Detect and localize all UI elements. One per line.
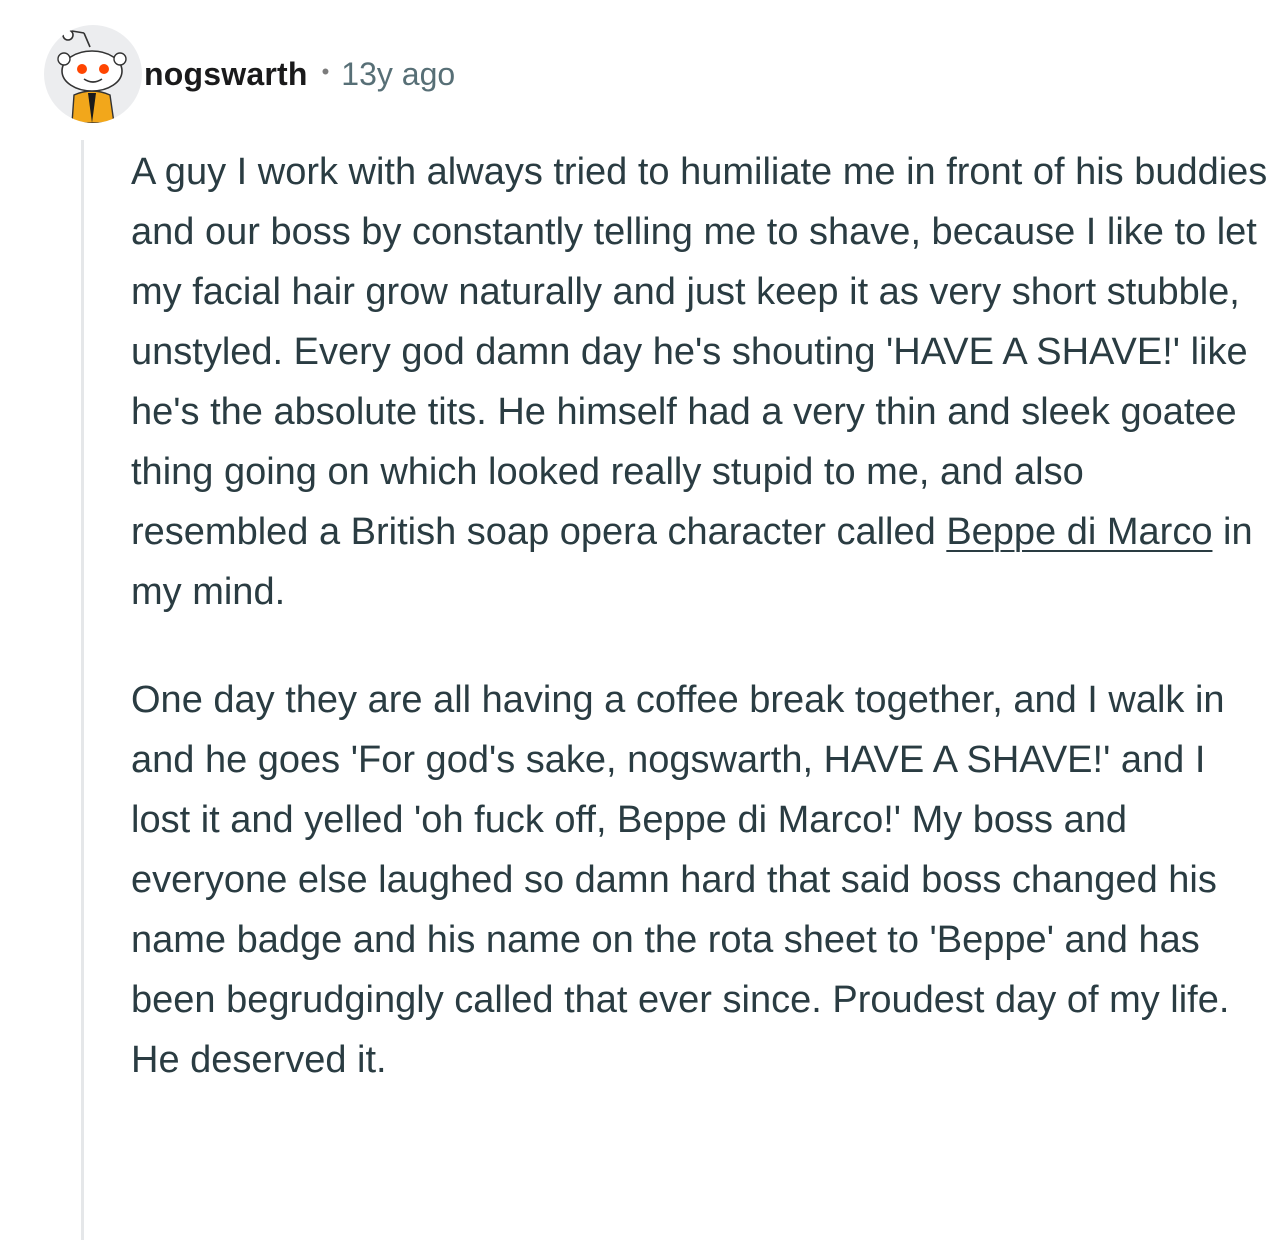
user-avatar[interactable] — [44, 25, 142, 123]
comment-paragraph: One day they are all having a coffee bre… — [131, 679, 1230, 1081]
meta-separator: • — [321, 59, 330, 84]
reddit-snoo-avatar-icon — [57, 29, 127, 123]
comment-body: A guy I work with always tried to humili… — [131, 142, 1271, 1090]
comment-age[interactable]: 13y ago — [341, 56, 455, 93]
comment: nogswarth • 13y ago A guy I work with al… — [0, 0, 1286, 1240]
paragraph-text: A guy I work with always tried to humili… — [131, 151, 1268, 553]
comment-header: nogswarth • 13y ago — [44, 24, 455, 124]
thread-line[interactable] — [81, 140, 84, 1240]
beppe-di-marco-link[interactable]: Beppe di Marco — [946, 511, 1212, 553]
comment-paragraph: A guy I work with always tried to humili… — [131, 142, 1271, 622]
comment-author[interactable]: nogswarth — [144, 56, 308, 93]
